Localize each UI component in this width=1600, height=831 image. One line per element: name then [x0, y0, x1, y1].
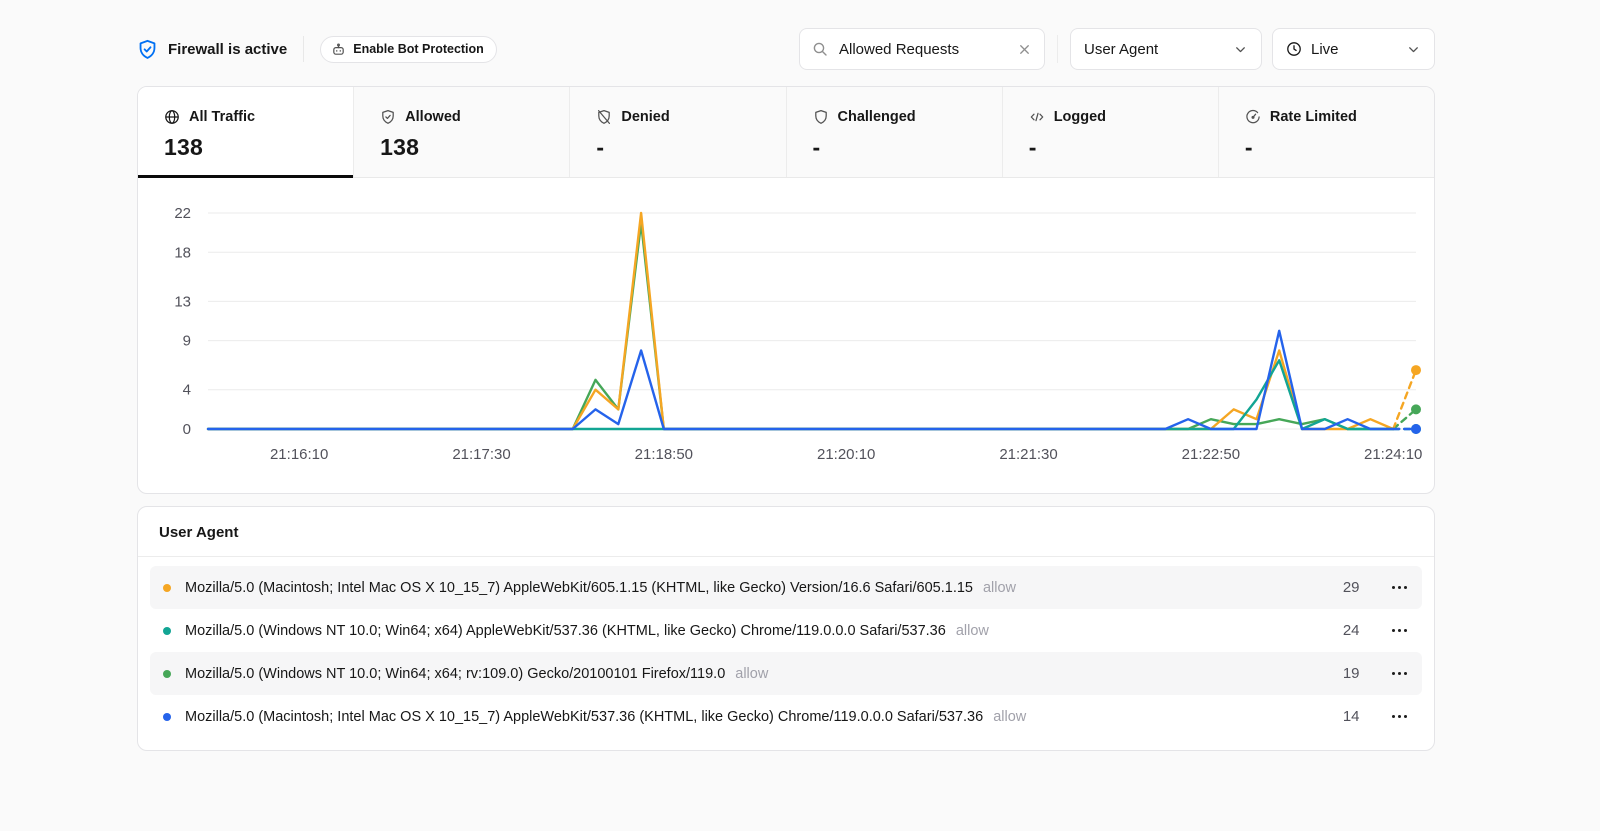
search-input[interactable] — [837, 40, 1008, 59]
tab-label: Logged — [1054, 109, 1106, 125]
group-by-select[interactable]: User Agent — [1070, 28, 1262, 70]
tab-value: 138 — [164, 134, 327, 161]
tab-head: Logged — [1029, 109, 1192, 125]
tab-label: Rate Limited — [1270, 109, 1357, 125]
chevron-down-icon — [1233, 42, 1248, 57]
tab-challenged[interactable]: Challenged - — [787, 87, 1003, 177]
tab-head: All Traffic — [164, 109, 327, 125]
tab-denied[interactable]: Denied - — [570, 87, 786, 177]
row-menu-button[interactable] — [1390, 709, 1410, 725]
controls-divider — [1057, 35, 1058, 63]
action-badge: allow — [956, 623, 989, 639]
series-color-dot — [163, 627, 171, 635]
svg-text:21:16:10: 21:16:10 — [270, 446, 328, 463]
traffic-chart: 0 4 9 13 18 22 21:16:10 21:17:30 21:18:50 21:20:1… — [138, 178, 1434, 493]
traffic-panel: All Traffic138Allowed138Denied-Challenge… — [137, 86, 1435, 494]
search-icon — [812, 41, 828, 57]
firewall-dashboard: Firewall is active Enable Bot Protection — [137, 28, 1435, 751]
enable-bot-protection-button[interactable]: Enable Bot Protection — [320, 36, 497, 63]
table-row: Mozilla/5.0 (Windows NT 10.0; Win64; x64… — [150, 609, 1422, 652]
table-title: User Agent — [138, 507, 1434, 557]
svg-text:18: 18 — [174, 244, 191, 261]
svg-text:21:24:10: 21:24:10 — [1364, 446, 1422, 463]
svg-text:22: 22 — [174, 205, 191, 222]
row-menu-button[interactable] — [1390, 623, 1410, 639]
user-agent-value: Mozilla/5.0 (Windows NT 10.0; Win64; x64… — [185, 623, 946, 639]
user-agent-value: Mozilla/5.0 (Macintosh; Intel Mac OS X 1… — [185, 580, 973, 596]
shield-off-icon — [596, 109, 612, 125]
tab-value: 138 — [380, 134, 543, 161]
firewall-status-label: Firewall is active — [168, 41, 287, 58]
svg-text:9: 9 — [183, 333, 191, 350]
search-box[interactable] — [799, 28, 1045, 70]
row-menu-button[interactable] — [1390, 580, 1410, 596]
tab-head: Rate Limited — [1245, 109, 1408, 125]
globe-icon — [164, 109, 180, 125]
request-count: 29 — [1343, 579, 1360, 596]
filter-controls: User Agent Live — [799, 28, 1435, 70]
user-agent-value: Mozilla/5.0 (Macintosh; Intel Mac OS X 1… — [185, 709, 983, 725]
clock-icon — [1286, 41, 1302, 57]
traffic-tabs: All Traffic138Allowed138Denied-Challenge… — [138, 87, 1434, 178]
tab-value: - — [1245, 134, 1408, 161]
tab-value: - — [1029, 134, 1192, 161]
table-row: Mozilla/5.0 (Macintosh; Intel Mac OS X 1… — [150, 695, 1422, 738]
tab-allowed[interactable]: Allowed 138 — [354, 87, 570, 177]
action-badge: allow — [993, 709, 1026, 725]
shield-icon — [813, 109, 829, 125]
tab-label: Challenged — [838, 109, 916, 125]
tab-head: Challenged — [813, 109, 976, 125]
firewall-status: Firewall is active — [137, 39, 287, 60]
table-row: Mozilla/5.0 (Macintosh; Intel Mac OS X 1… — [150, 566, 1422, 609]
svg-text:21:17:30: 21:17:30 — [452, 446, 510, 463]
series-color-dot — [163, 713, 171, 721]
code-icon — [1029, 109, 1045, 125]
tab-logged[interactable]: Logged - — [1003, 87, 1219, 177]
tab-head: Allowed — [380, 109, 543, 125]
traffic-chart-svg: 0 4 9 13 18 22 21:16:10 21:17:30 21:18:50 21:20:1… — [138, 178, 1434, 493]
request-count: 24 — [1343, 622, 1360, 639]
svg-text:4: 4 — [183, 382, 191, 399]
time-range-select[interactable]: Live — [1272, 28, 1435, 70]
action-badge: allow — [735, 666, 768, 682]
svg-text:21:18:50: 21:18:50 — [635, 446, 693, 463]
action-badge: allow — [983, 580, 1016, 596]
tab-value: - — [813, 134, 976, 161]
row-menu-button[interactable] — [1390, 666, 1410, 682]
svg-text:13: 13 — [174, 293, 191, 310]
shield-check-icon — [380, 109, 396, 125]
svg-text:21:20:10: 21:20:10 — [817, 446, 875, 463]
request-count: 14 — [1343, 708, 1360, 725]
tab-all-traffic[interactable]: All Traffic 138 — [138, 87, 354, 177]
tab-rate-limited[interactable]: Rate Limited - — [1219, 87, 1434, 177]
series-color-dot — [163, 670, 171, 678]
bot-icon — [331, 42, 346, 57]
user-agent-table: User Agent Mozilla/5.0 (Macintosh; Intel… — [137, 506, 1435, 751]
firewall-shield-icon — [137, 39, 158, 60]
series-color-dot — [163, 584, 171, 592]
top-bar: Firewall is active Enable Bot Protection — [137, 28, 1435, 70]
svg-text:21:22:50: 21:22:50 — [1182, 446, 1240, 463]
enable-bot-protection-label: Enable Bot Protection — [353, 42, 484, 56]
table-rows: Mozilla/5.0 (Macintosh; Intel Mac OS X 1… — [138, 557, 1434, 750]
tab-label: Allowed — [405, 109, 461, 125]
clear-search-icon[interactable] — [1017, 42, 1032, 57]
tab-value: - — [596, 134, 759, 161]
tab-head: Denied — [596, 109, 759, 125]
table-row: Mozilla/5.0 (Windows NT 10.0; Win64; x64… — [150, 652, 1422, 695]
tab-label: Denied — [621, 109, 669, 125]
time-range-value: Live — [1311, 41, 1339, 58]
user-agent-value: Mozilla/5.0 (Windows NT 10.0; Win64; x64… — [185, 666, 725, 682]
chevron-down-icon — [1406, 42, 1421, 57]
topbar-divider — [303, 36, 304, 62]
svg-text:21:21:30: 21:21:30 — [999, 446, 1057, 463]
svg-text:0: 0 — [183, 421, 191, 438]
tab-label: All Traffic — [189, 109, 255, 125]
group-by-value: User Agent — [1084, 41, 1158, 58]
request-count: 19 — [1343, 665, 1360, 682]
gauge-icon — [1245, 109, 1261, 125]
